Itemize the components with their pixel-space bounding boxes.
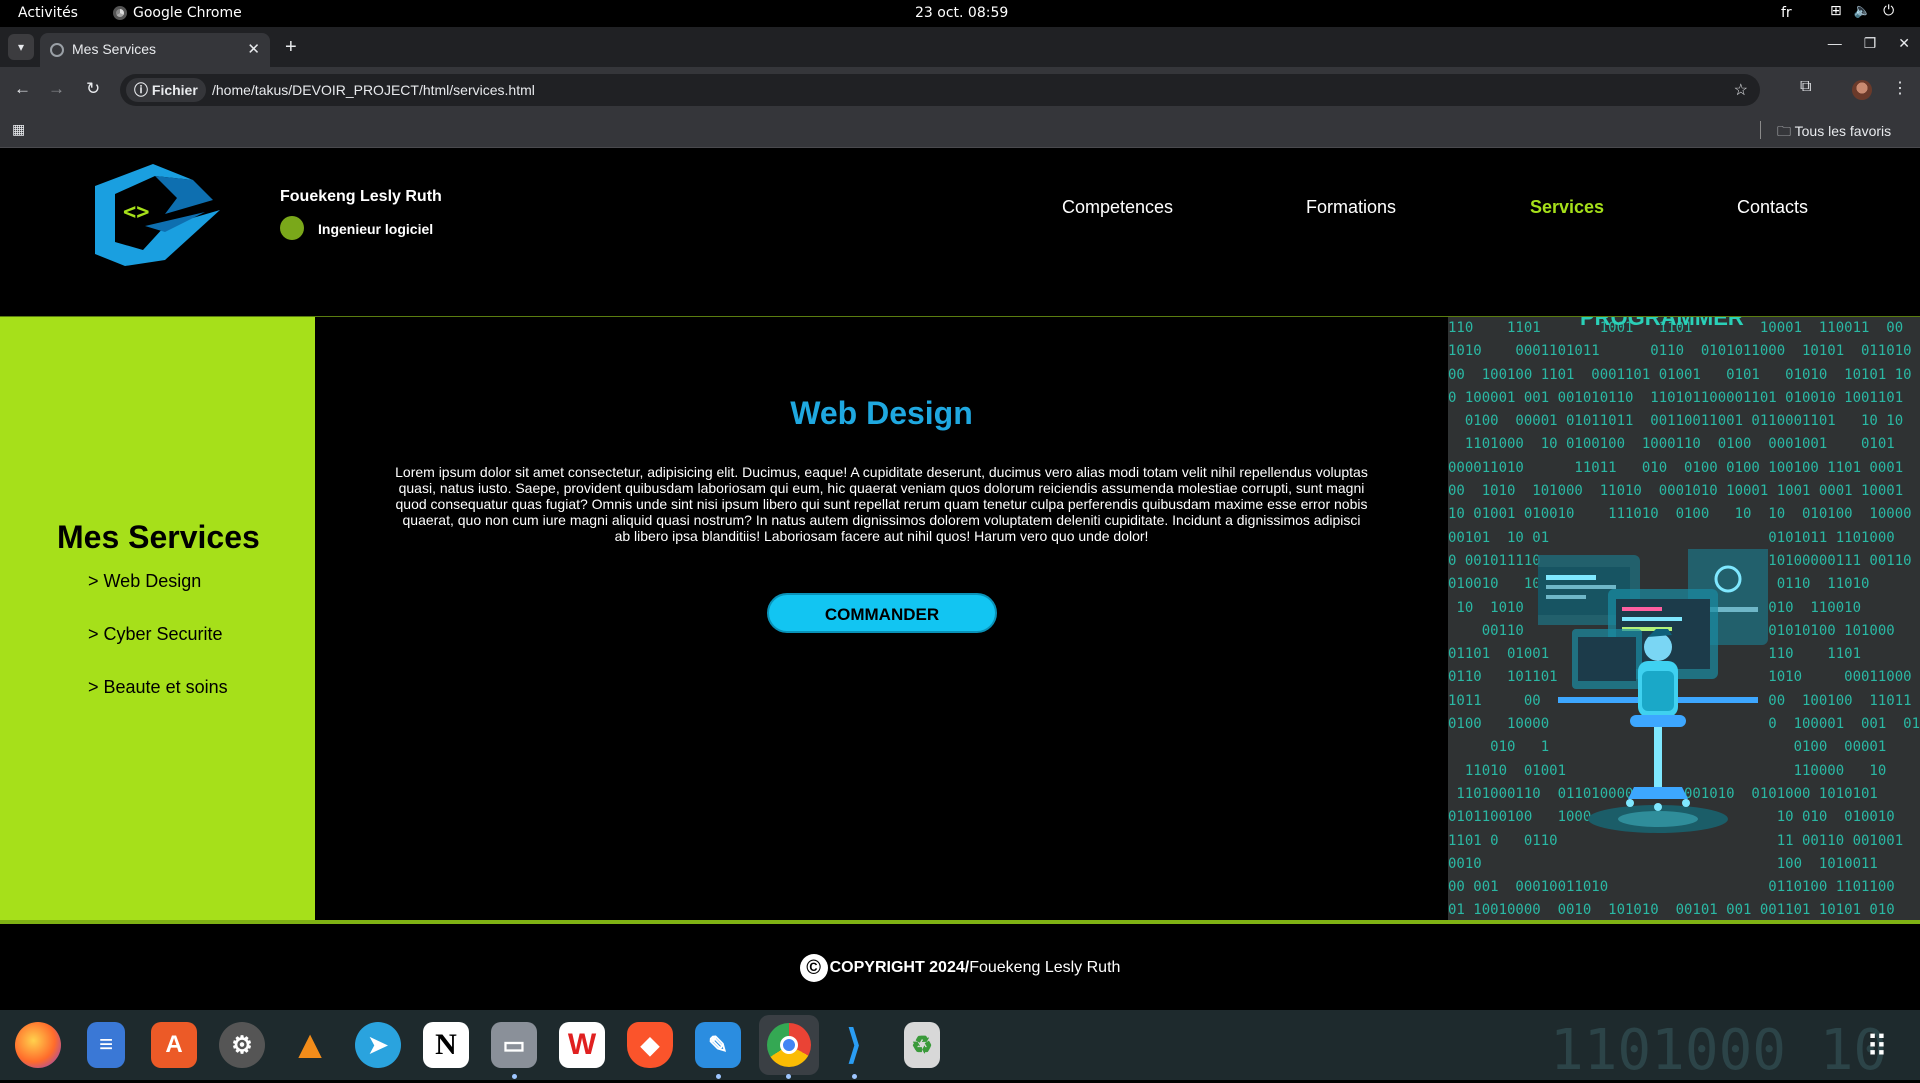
chrome-logo [767, 1023, 811, 1067]
tab-search-button[interactable]: ▾ [8, 34, 34, 60]
all-bookmarks-folder[interactable]: 🗀 Tous les favoris [1777, 121, 1891, 145]
programmer-heading-svg: PROGRAMMER [1580, 317, 1744, 330]
brave-icon[interactable]: ◆ [627, 1022, 673, 1068]
brand-name: Fouekeng Lesly Ruth [280, 188, 442, 205]
extensions-icon[interactable]: ⧉ [1800, 78, 1811, 96]
files-icon[interactable]: ▭ [491, 1022, 537, 1068]
nav-services[interactable]: Services [1530, 197, 1604, 218]
chrome-small-icon [113, 6, 127, 20]
address-bar[interactable]: ⓘ Fichier /home/takus/DEVOIR_PROJECT/htm… [120, 74, 1760, 106]
programmer-heading: PROGRAMMER [1580, 317, 1744, 330]
all-bookmarks-label: Tous les favoris [1794, 123, 1892, 139]
url-text[interactable]: /home/takus/DEVOIR_PROJECT/html/services… [212, 82, 535, 98]
window-controls: — ❐ ✕ [1828, 35, 1910, 52]
notion-icon[interactable]: N [423, 1022, 469, 1068]
browser-tab-strip: ▾ Mes Services ✕ + — ❐ ✕ [0, 27, 1920, 67]
bookmark-star-icon[interactable]: ☆ [1734, 80, 1748, 100]
firefox-icon[interactable] [15, 1022, 61, 1068]
chrome-running-dot [786, 1074, 791, 1079]
vscode-running-dot [852, 1074, 857, 1079]
globe-icon [50, 43, 64, 57]
clock[interactable]: 23 oct. 08:59 [915, 5, 1008, 21]
site-info-chip[interactable]: ⓘ Fichier [126, 78, 206, 102]
maximize-icon[interactable]: ❐ [1864, 35, 1877, 52]
keyboard-language[interactable]: fr [1781, 5, 1792, 21]
active-app-indicator[interactable]: Google Chrome [113, 5, 242, 21]
screenshot-icon[interactable]: ✎ [695, 1022, 741, 1068]
tab-title: Mes Services [72, 41, 157, 57]
services-sidebar: Mes Services > Web Design > Cyber Securi… [0, 317, 315, 920]
app-store-icon[interactable]: A [151, 1022, 197, 1068]
sidebar-item-beaute-soins[interactable]: > Beaute et soins [88, 677, 228, 698]
show-applications-icon[interactable]: ⠿ [1866, 1030, 1888, 1065]
reload-icon[interactable]: ↻ [86, 79, 100, 99]
chrome-icon[interactable] [759, 1015, 819, 1075]
service-detail: Web Design Lorem ipsum dolor sit amet co… [315, 317, 1448, 920]
system-tray[interactable]: ⊞ 🔈 ⏻ [1830, 3, 1894, 19]
close-tab-icon[interactable]: ✕ [247, 40, 260, 58]
dock: 1101000 10 ≡ A ⚙ ▲ ➤ N ▭ W ◆ ✎ ⟩ ♻ ⠿ [0, 1010, 1920, 1083]
chrome-menu-icon[interactable]: ⋮ [1892, 78, 1908, 98]
copyright-owner: Fouekeng Lesly Ruth [969, 959, 1121, 977]
status-dot [280, 216, 304, 240]
settings-icon[interactable]: ⚙ [219, 1022, 265, 1068]
browser-toolbar: ← → ↻ ⓘ Fichier /home/takus/DEVOIR_PROJE… [0, 67, 1920, 112]
text-editor-icon[interactable]: ≡ [87, 1022, 125, 1068]
copyright-year: COPYRIGHT 2024/ [829, 959, 970, 977]
service-title: Web Design [790, 395, 973, 431]
wps-office-icon[interactable]: W [559, 1022, 605, 1068]
sidebar-item-web-design[interactable]: > Web Design [88, 571, 201, 592]
system-top-bar: Activités Google Chrome 23 oct. 08:59 fr… [0, 0, 1920, 27]
active-app-name: Google Chrome [133, 5, 242, 21]
copyright: © COPYRIGHT 2024/Fouekeng Lesly Ruth [0, 954, 1920, 982]
brand-role: Ingenieur logiciel [318, 221, 434, 237]
bookmarks-separator [1760, 121, 1761, 139]
sidebar-item-cyber-securite[interactable]: > Cyber Securite [88, 624, 223, 645]
nav-contacts[interactable]: Contacts [1737, 197, 1808, 218]
developer-at-desk-icon [1538, 549, 1768, 833]
brand-logo-icon[interactable]: <> [95, 164, 220, 266]
back-icon[interactable]: ← [14, 79, 31, 99]
vlc-icon[interactable]: ▲ [287, 1022, 333, 1068]
trash-icon[interactable]: ♻ [904, 1022, 940, 1068]
web-page: <> Fouekeng Lesly Ruth Ingenieur logicie… [0, 148, 1920, 1010]
screenshot-running-dot [716, 1074, 721, 1079]
service-description: Lorem ipsum dolor sit amet consectetur, … [395, 464, 1368, 544]
sidebar-title: Mes Services [57, 519, 260, 555]
close-window-icon[interactable]: ✕ [1898, 35, 1910, 52]
svg-text:<>: <> [123, 200, 150, 225]
new-tab-button[interactable]: + [285, 36, 297, 59]
copyright-icon: © [799, 954, 828, 982]
services-section: Mes Services > Web Design > Cyber Securi… [0, 316, 1920, 924]
minimize-icon[interactable]: — [1828, 35, 1842, 52]
programmer-illustration: 110 1101 1001 1101 10001 110011 00 1010 … [1448, 317, 1920, 920]
volume-icon: 🔈 [1853, 3, 1872, 19]
telegram-icon[interactable]: ➤ [355, 1022, 401, 1068]
network-icon: ⊞ [1830, 3, 1842, 19]
profile-avatar[interactable] [1852, 80, 1872, 100]
site-header: <> Fouekeng Lesly Ruth Ingenieur logicie… [0, 148, 1920, 316]
wallpaper-fragment: 1101000 10 [1550, 1018, 1888, 1083]
power-icon: ⏻ [1883, 3, 1895, 19]
chrome-logo-center [780, 1036, 798, 1054]
forward-icon[interactable]: → [48, 79, 65, 99]
site-info-label: Fichier [151, 82, 198, 98]
activities-button[interactable]: Activités [18, 5, 78, 21]
site-footer: © COPYRIGHT 2024/Fouekeng Lesly Ruth [0, 924, 1920, 1010]
commander-button[interactable]: COMMANDER [767, 593, 997, 633]
files-running-dot [512, 1074, 517, 1079]
bookmarks-bar: ▦ 🗀 Tous les favoris [0, 112, 1920, 148]
nav-formations[interactable]: Formations [1306, 197, 1396, 218]
browser-tab[interactable]: Mes Services ✕ [40, 33, 270, 67]
apps-grid-icon[interactable]: ▦ [12, 121, 25, 138]
vscode-icon[interactable]: ⟩ [831, 1022, 877, 1068]
nav-competences[interactable]: Competences [1062, 197, 1173, 218]
